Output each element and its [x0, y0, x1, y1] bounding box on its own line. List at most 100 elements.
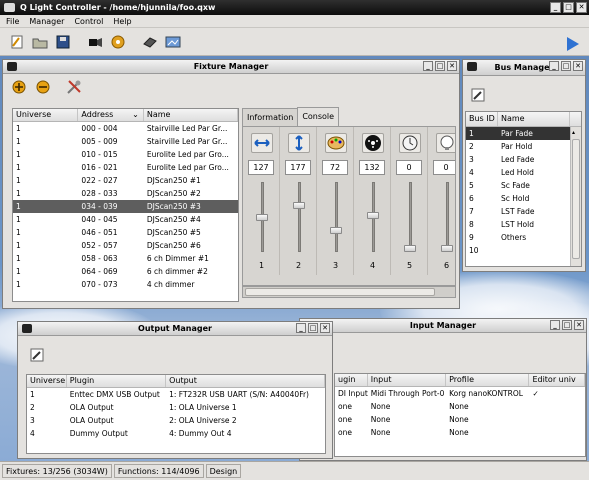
bm-close-button[interactable]: ✕ — [573, 61, 583, 71]
col-out-plugin[interactable]: Plugin — [67, 375, 167, 387]
channel-capability-button[interactable] — [362, 133, 384, 153]
channel-capability-button[interactable] — [288, 133, 310, 153]
tab-information[interactable]: Information — [242, 108, 299, 126]
fm-restore-button[interactable]: □ — [435, 61, 445, 71]
bus-row[interactable]: 1 Par Fade — [466, 127, 570, 140]
operate-mode-play-icon[interactable] — [564, 36, 580, 52]
col-bus-name[interactable]: Name — [498, 112, 570, 126]
col-address[interactable]: Address ⌄ — [78, 109, 144, 121]
add-fixture-icon[interactable] — [12, 80, 26, 94]
col-name[interactable]: Name — [144, 109, 238, 121]
channel-slider-handle[interactable] — [256, 213, 268, 221]
channel-capability-button[interactable] — [325, 133, 347, 153]
bm-restore-button[interactable]: □ — [561, 61, 571, 71]
col-profile[interactable]: Profile — [446, 374, 530, 386]
console-scroll-handle[interactable] — [245, 288, 435, 296]
table-row[interactable]: 1 040 - 045 DJScan250 #4 — [13, 213, 238, 226]
channel-value-field[interactable]: 72 — [322, 160, 348, 175]
col-universe[interactable]: Universe — [13, 109, 79, 121]
input-manager-titlebar[interactable]: Input Manager _ □ ✕ — [300, 319, 586, 333]
remove-fixture-icon[interactable] — [36, 80, 50, 94]
table-row[interactable]: 1 005 - 009 Stairville Led Par Gr... — [13, 135, 238, 148]
fixture-properties-tools-icon[interactable] — [66, 79, 82, 95]
output-row[interactable]: 1 Enttec DMX USB Output 1: FT232R USB UART… — [27, 388, 325, 401]
col-out-output[interactable]: Output — [166, 375, 325, 387]
col-bus-id[interactable]: Bus ID — [466, 112, 498, 126]
channel-slider-track[interactable] — [409, 182, 412, 252]
channel-capability-button[interactable] — [436, 133, 455, 153]
minimize-button[interactable]: _ — [550, 2, 561, 13]
col-input[interactable]: Input — [368, 374, 447, 386]
table-row[interactable]: 1 064 - 069 6 ch dimmer #2 — [13, 265, 238, 278]
bus-vertical-scrollbar[interactable]: ▴ — [570, 127, 581, 266]
bus-row[interactable]: 2 Par Hold — [466, 140, 581, 153]
fixture-manager-icon[interactable] — [87, 34, 103, 50]
edit-output-pencil-icon[interactable] — [30, 348, 44, 362]
table-row[interactable]: 1 000 - 004 Stairville Led Par Gr... — [13, 122, 238, 135]
table-row[interactable]: 1 034 - 039 DJScan250 #3 — [13, 200, 238, 213]
channel-slider-handle[interactable] — [293, 201, 305, 209]
close-button[interactable]: ✕ — [576, 2, 587, 13]
channel-slider-handle[interactable] — [330, 227, 342, 235]
tab-console[interactable]: Console — [297, 107, 340, 126]
input-row[interactable]: one None None — [335, 400, 585, 413]
menu-control[interactable]: Control — [74, 17, 103, 26]
im-close-button[interactable]: ✕ — [574, 320, 584, 330]
table-row[interactable]: 1 052 - 057 DJScan250 #6 — [13, 239, 238, 252]
bus-row[interactable]: 4 Led Hold — [466, 166, 581, 179]
bus-scroll-handle[interactable] — [572, 139, 580, 259]
input-row[interactable]: one None None — [335, 413, 585, 426]
channel-value-field[interactable]: 127 — [248, 160, 274, 175]
fm-minimize-button[interactable]: _ — [423, 61, 433, 71]
open-folder-icon[interactable] — [32, 34, 48, 50]
table-row[interactable]: 1 070 - 073 4 ch dimmer — [13, 278, 238, 291]
channel-slider-handle[interactable] — [367, 212, 379, 220]
table-row[interactable]: 1 010 - 015 Eurolite Led par Gro... — [13, 148, 238, 161]
virtual-console-icon[interactable] — [165, 34, 181, 50]
bm-minimize-button[interactable]: _ — [549, 61, 559, 71]
bus-row[interactable]: 10 — [466, 244, 581, 257]
fixture-manager-titlebar[interactable]: Fixture Manager _ □ ✕ — [3, 60, 459, 74]
bus-row[interactable]: 3 Led Fade — [466, 153, 581, 166]
channel-slider-handle[interactable] — [404, 245, 416, 252]
om-minimize-button[interactable]: _ — [296, 323, 306, 333]
bus-row[interactable]: 5 Sc Fade — [466, 179, 581, 192]
col-editor-universe[interactable]: Editor univ — [529, 374, 585, 386]
channel-capability-button[interactable] — [399, 133, 421, 153]
channel-slider-track[interactable] — [335, 182, 338, 252]
table-row[interactable]: 1 046 - 051 DJScan250 #5 — [13, 226, 238, 239]
channel-value-field[interactable]: 0 — [433, 160, 455, 175]
menu-file[interactable]: File — [6, 17, 19, 26]
channel-slider-track[interactable] — [446, 182, 449, 252]
bus-row[interactable]: 8 LST Hold — [466, 218, 581, 231]
channel-value-field[interactable]: 132 — [359, 160, 385, 175]
output-row[interactable]: 3 OLA Output 2: OLA Universe 2 — [27, 414, 325, 427]
bus-row[interactable]: 7 LST Fade — [466, 205, 581, 218]
bus-row[interactable]: 6 Sc Hold — [466, 192, 581, 205]
table-row[interactable]: 1 028 - 033 DJScan250 #2 — [13, 187, 238, 200]
channel-capability-button[interactable] — [251, 133, 273, 153]
menu-manager[interactable]: Manager — [29, 17, 64, 26]
output-device-icon[interactable] — [142, 34, 158, 50]
table-row[interactable]: 1 058 - 063 6 ch Dimmer #1 — [13, 252, 238, 265]
col-plugin[interactable]: ugin — [335, 374, 368, 386]
function-manager-gear-icon[interactable] — [110, 34, 126, 50]
save-icon[interactable] — [55, 34, 71, 50]
menu-help[interactable]: Help — [113, 17, 131, 26]
bus-manager-titlebar[interactable]: Bus Manager _ □ ✕ — [463, 60, 585, 76]
new-file-icon[interactable] — [9, 34, 25, 50]
om-close-button[interactable]: ✕ — [320, 323, 330, 333]
maximize-button[interactable]: □ — [563, 2, 574, 13]
table-row[interactable]: 1 016 - 021 Eurolite Led par Gro... — [13, 161, 238, 174]
col-out-universe[interactable]: Universe — [27, 375, 67, 387]
console-horizontal-scrollbar[interactable] — [242, 286, 456, 298]
input-row[interactable]: DI Input Midi Through Port-0 Korg nanoKONT… — [335, 387, 585, 400]
bus-row[interactable]: 9 Others — [466, 231, 581, 244]
main-titlebar[interactable]: Q Light Controller - /home/hjunnila/foo.… — [0, 0, 589, 15]
im-minimize-button[interactable]: _ — [550, 320, 560, 330]
om-restore-button[interactable]: □ — [308, 323, 318, 333]
channel-slider-track[interactable] — [298, 182, 301, 252]
channel-slider-handle[interactable] — [441, 245, 453, 252]
output-row[interactable]: 4 Dummy Output 4: Dummy Out 4 — [27, 427, 325, 440]
input-row[interactable]: one None None — [335, 426, 585, 439]
